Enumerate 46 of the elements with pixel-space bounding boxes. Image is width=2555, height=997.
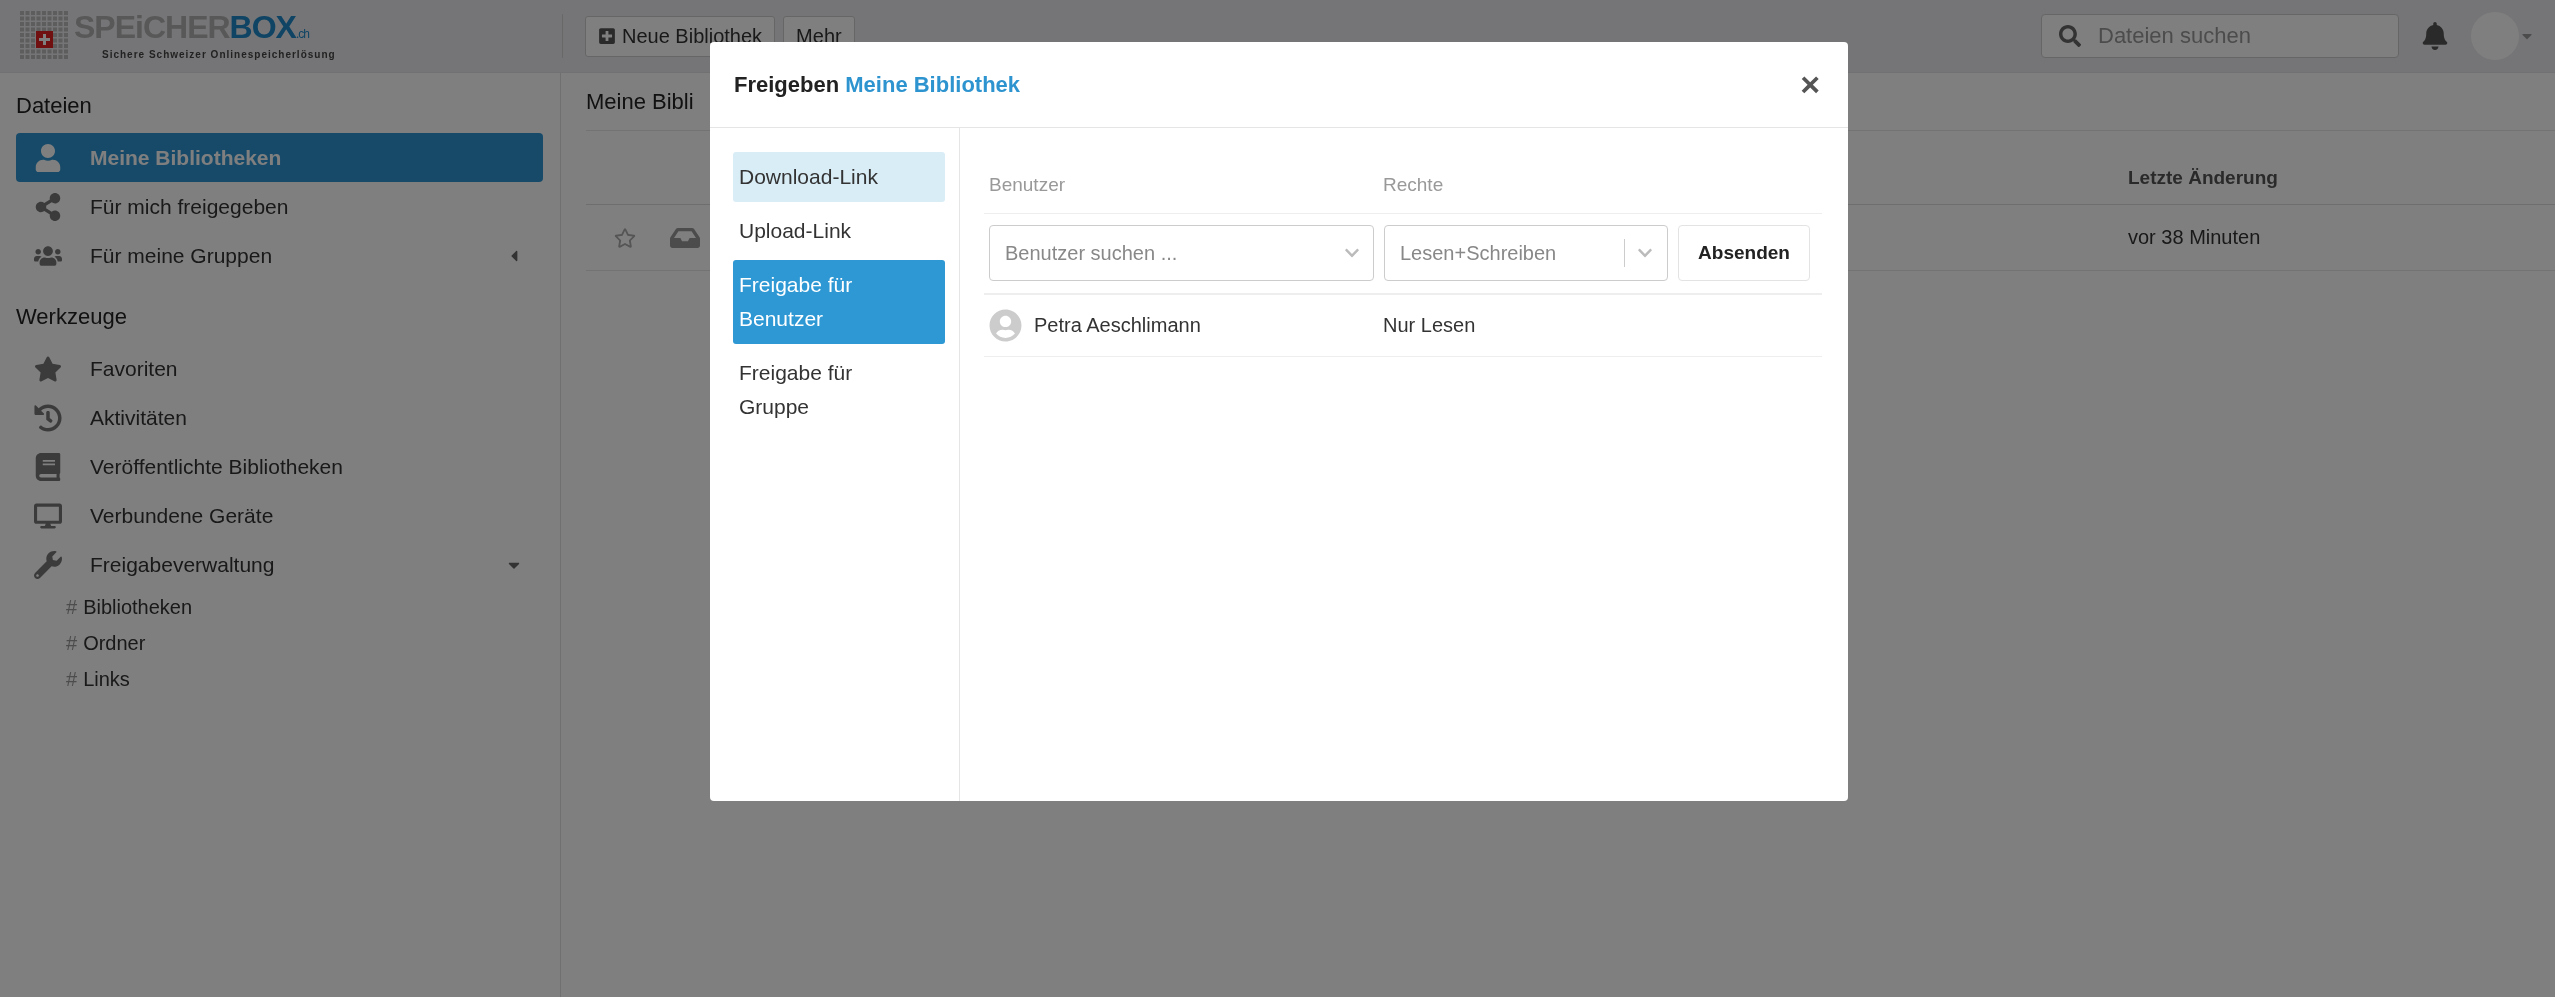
star-icon[interactable] (614, 226, 636, 249)
wrench-icon (34, 550, 62, 579)
sidebar-subitem[interactable]: Ordner (83, 631, 146, 655)
hash-mark: # (66, 667, 78, 691)
sidebar-item[interactable]: Verbundene Geräte (16, 491, 543, 540)
plus-icon (598, 27, 616, 45)
logo-icon (20, 11, 70, 61)
sidebar-item[interactable]: Für meine Gruppen (16, 231, 543, 280)
monitor-icon (34, 501, 62, 530)
book-icon (34, 452, 62, 481)
sidebar-subitem[interactable]: Bibliotheken (83, 595, 193, 619)
hash-mark: # (66, 595, 78, 619)
sidebar-item[interactable]: Favoriten (16, 344, 543, 393)
sidebar-item[interactable]: Freigabeverwaltung (16, 540, 543, 589)
sidebar-item[interactable]: Meine Bibliotheken (16, 133, 543, 182)
table-cell-text: vor 38 Minuten (2128, 226, 2262, 249)
section-title: Werkzeuge (16, 304, 128, 330)
user-icon (34, 143, 62, 172)
avatar-icon (989, 309, 1022, 342)
sidebar-item[interactable]: Aktivitäten (16, 393, 543, 442)
history-icon (34, 403, 62, 432)
bell-icon[interactable] (2421, 22, 2449, 50)
user-name: Petra Aeschlimann (1034, 314, 1201, 337)
nav-tab[interactable]: Upload-Link (733, 206, 945, 256)
column-header: Benutzer (989, 172, 1067, 196)
search-icon (2059, 25, 2081, 47)
sidebar-subitem[interactable]: Links (83, 667, 130, 691)
logo-wordmark: BOX (229, 12, 296, 42)
column-header: Rechte (1383, 172, 1445, 196)
section-title: Dateien (16, 93, 93, 119)
nav-tab[interactable]: Freigabe für Gruppe (733, 348, 945, 432)
nav-tab[interactable]: Download-Link (733, 152, 945, 202)
logo-tagline: Sichere Schweizer Onlinespeicherlösung (102, 49, 336, 60)
user-search-field[interactable]: Benutzer suchen ... (989, 225, 1374, 281)
hash-mark: # (66, 631, 78, 655)
nav-tab[interactable]: Freigabe für Benutzer (733, 260, 945, 344)
column-header: Letzte Änderung (2128, 165, 2279, 189)
rights-select[interactable]: Lesen+Schreiben (1384, 225, 1668, 281)
share-icon (34, 192, 62, 221)
sidebar-item[interactable]: Für mich freigegeben (16, 182, 543, 231)
dialog-title: Freigeben Meine Bibliothek (734, 71, 1022, 98)
star-icon (34, 354, 62, 383)
sidebar-item[interactable]: Veröffentlichte Bibliotheken (16, 442, 543, 491)
permission-text: Nur Lesen (1383, 314, 1477, 337)
submit-button[interactable]: Absenden (1678, 225, 1810, 281)
logo-suffix: .ch (295, 27, 309, 43)
